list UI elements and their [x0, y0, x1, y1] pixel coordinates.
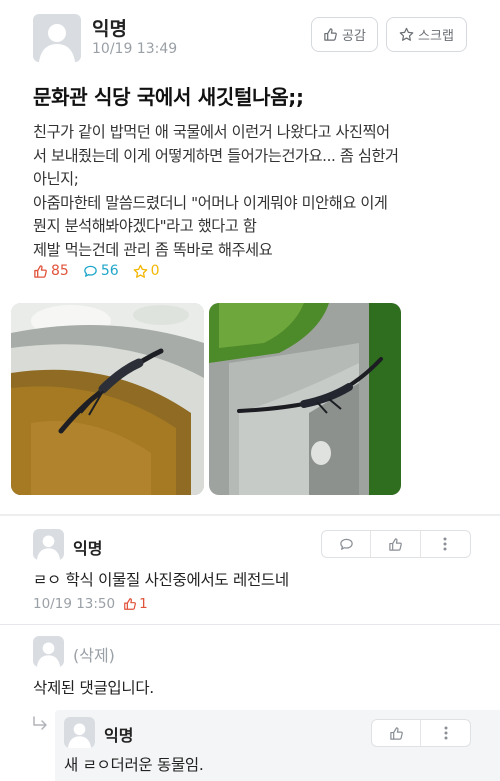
post-body: 친구가 같이 밥먹던 애 국물에서 이런거 나왔다고 사진찍어 서 보내줬는데 …	[33, 121, 483, 262]
scrap-button-label: 스크랩	[418, 29, 454, 44]
deleted-comment-author: (삭제)	[73, 646, 115, 665]
comment-more-button[interactable]	[421, 531, 470, 557]
comment-author: 익명	[73, 539, 103, 558]
comment-timestamp: 10/19 13:50	[33, 596, 116, 612]
scrap-count-value: 0	[150, 263, 160, 279]
soup-bowl-image	[11, 303, 204, 495]
thumbs-up-icon	[389, 726, 403, 740]
post-body-line: 아줌마한테 말씀드렸더니 "어머나 이게뭐야 미안해요 이게	[33, 193, 388, 212]
person-icon	[36, 535, 61, 560]
scrap-count: 0	[133, 263, 160, 279]
reply-like-button[interactable]	[372, 720, 422, 746]
star-icon	[399, 27, 414, 41]
deleted-comment-text: 삭제된 댓글입니다.	[33, 679, 154, 697]
post-title: 문화관 식당 국에서 새깃털나옴;;	[33, 85, 304, 109]
reply-text: 새 ㄹㅇ더러운 동물임.	[64, 756, 204, 774]
comment-like-count: 1	[123, 596, 148, 612]
more-vertical-icon	[443, 537, 447, 551]
like-button-label: 공감	[342, 29, 366, 44]
like-count-value: 85	[51, 263, 69, 279]
like-count: 85	[33, 263, 69, 279]
thumbs-up-icon	[124, 598, 137, 610]
post-body-line: 제발 먹는건데 관리 좀 똑바로 해주세요	[33, 240, 273, 259]
deleted-comment-avatar	[33, 636, 64, 667]
person-icon	[67, 723, 92, 748]
comment-count: 56	[83, 263, 119, 279]
post-stats: 85 56 0	[33, 263, 160, 279]
speech-bubble-icon	[84, 265, 97, 277]
post-photo-2[interactable]	[209, 303, 401, 495]
person-icon	[36, 642, 61, 667]
thumbs-up-icon	[324, 28, 337, 41]
comment-divider	[0, 624, 500, 625]
person-icon	[39, 24, 75, 62]
reply-button[interactable]	[322, 531, 372, 557]
reply-arrow-icon	[33, 716, 47, 730]
post-author-avatar	[33, 14, 81, 62]
post-timestamp: 10/19 13:49	[92, 41, 178, 57]
comment-like-button[interactable]	[371, 531, 421, 557]
reply-author-avatar	[64, 717, 95, 748]
comment-text: ㄹㅇ 학식 이물질 사진중에서도 레전드네	[33, 571, 289, 589]
comment-like-value: 1	[139, 596, 148, 612]
post-header: 익명 10/19 13:49 공감 스크랩	[0, 0, 500, 75]
thumbs-up-icon	[389, 537, 402, 551]
star-icon	[133, 264, 147, 278]
speech-bubble-icon	[339, 538, 353, 550]
reply-actions	[371, 719, 471, 747]
post-photo-1[interactable]	[11, 303, 204, 495]
scrap-button[interactable]: 스크랩	[386, 17, 467, 52]
post-body-line: 뭔지 분석해봐야겠다"라고 했다고 함	[33, 217, 257, 235]
feather-tray-image	[209, 303, 401, 495]
post-body-line: 아닌지;	[33, 170, 79, 188]
thumbs-up-icon	[34, 264, 47, 278]
comment-author-avatar	[33, 529, 64, 560]
post-author: 익명	[92, 18, 127, 40]
comment-count-value: 56	[100, 263, 119, 279]
reply-author: 익명	[104, 726, 134, 745]
post-body-line: 친구가 같이 밥먹던 애 국물에서 이런거 나왔다고 사진찍어	[33, 123, 390, 141]
more-vertical-icon	[444, 726, 447, 740]
reply-more-button[interactable]	[421, 720, 470, 746]
like-button[interactable]: 공감	[311, 17, 378, 52]
comment-meta: 10/19 13:50 1	[33, 596, 148, 612]
post-divider	[0, 514, 500, 516]
comment-actions	[321, 530, 471, 558]
post-body-line: 서 보내줬는데 이게 어떻게하면 들어가는건가요... 좀 심한거	[33, 146, 399, 165]
